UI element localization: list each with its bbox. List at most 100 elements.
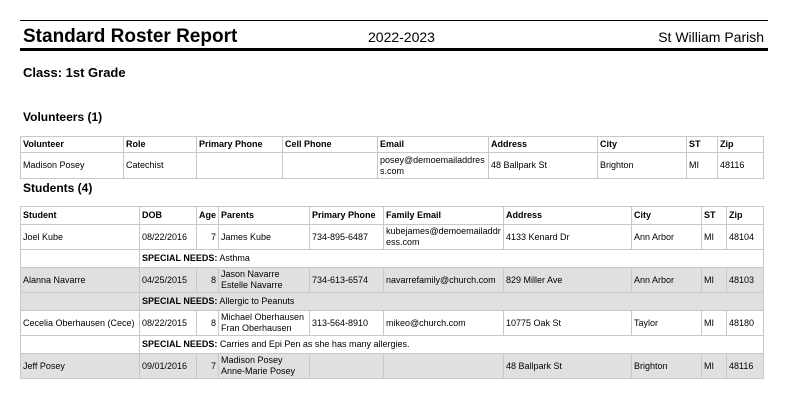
student-row: Cecelia Oberhausen (Cece) 08/22/2015 8 M… <box>20 310 764 336</box>
volunteer-email: posey@demoemailaddress.com <box>377 152 489 179</box>
volunteer-state: MI <box>686 152 718 179</box>
empty-cell <box>20 249 140 268</box>
empty-cell <box>20 335 140 354</box>
student-city: Taylor <box>631 310 702 336</box>
parent-name: James Kube <box>221 231 272 242</box>
student-parents: Jason Navarre Estelle Navarre <box>218 267 310 293</box>
volunteers-header-row: Volunteer Role Primary Phone Cell Phone … <box>20 136 764 153</box>
column-header: ST <box>686 136 718 153</box>
student-state: MI <box>701 353 727 379</box>
special-needs-text: Allergic to Peanuts <box>219 296 295 306</box>
column-header: Zip <box>726 206 764 225</box>
student-age: 8 <box>196 267 219 293</box>
student-phone: 734-613-6574 <box>309 267 384 293</box>
student-zip: 48180 <box>726 310 764 336</box>
student-age: 8 <box>196 310 219 336</box>
empty-cell <box>20 292 140 311</box>
volunteer-name: Madison Posey <box>20 152 124 179</box>
column-header: Address <box>488 136 598 153</box>
special-needs-cell: SPECIAL NEEDS: Carries and Epi Pen as sh… <box>139 335 764 354</box>
student-phone: 313-564-8910 <box>309 310 384 336</box>
column-header: Primary Phone <box>309 206 384 225</box>
special-needs-label: SPECIAL NEEDS: <box>142 296 218 306</box>
column-header: Address <box>503 206 632 225</box>
student-name: Cecelia Oberhausen (Cece) <box>20 310 140 336</box>
special-needs-row: SPECIAL NEEDS: Carries and Epi Pen as sh… <box>20 335 764 354</box>
volunteers-table: Volunteer Role Primary Phone Cell Phone … <box>20 136 764 179</box>
class-label: Class: 1st Grade <box>23 65 126 80</box>
student-dob: 09/01/2016 <box>139 353 197 379</box>
column-header: Student <box>20 206 140 225</box>
student-name: Jeff Posey <box>20 353 140 379</box>
volunteer-role: Catechist <box>123 152 197 179</box>
student-state: MI <box>701 267 727 293</box>
student-name: Joel Kube <box>20 224 140 250</box>
special-needs-cell: SPECIAL NEEDS: Asthma <box>139 249 764 268</box>
student-phone <box>309 353 384 379</box>
column-header: Family Email <box>383 206 504 225</box>
students-header-row: Student DOB Age Parents Primary Phone Fa… <box>20 206 764 225</box>
report-header: Standard Roster Report 2022-2023 St Will… <box>20 20 768 51</box>
column-header: Email <box>377 136 489 153</box>
student-zip: 48104 <box>726 224 764 250</box>
special-needs-label: SPECIAL NEEDS: <box>142 339 218 349</box>
student-email: kubejames@demoemailaddress.com <box>383 224 504 250</box>
column-header: ST <box>701 206 727 225</box>
student-email <box>383 353 504 379</box>
student-email: navarrefamily@church.com <box>383 267 504 293</box>
volunteer-row: Madison Posey Catechist posey@demoemaila… <box>20 152 764 179</box>
student-address: 829 Miller Ave <box>503 267 632 293</box>
column-header: Volunteer <box>20 136 124 153</box>
special-needs-text: Asthma <box>219 253 250 263</box>
student-address: 10775 Oak St <box>503 310 632 336</box>
column-header: DOB <box>139 206 197 225</box>
student-age: 7 <box>196 353 219 379</box>
special-needs-cell: SPECIAL NEEDS: Allergic to Peanuts <box>139 292 764 311</box>
student-row: Jeff Posey 09/01/2016 7 Madison Posey An… <box>20 353 764 379</box>
student-zip: 48116 <box>726 353 764 379</box>
volunteer-city: Brighton <box>597 152 687 179</box>
student-parents: Michael Oberhausen Fran Oberhausen <box>218 310 310 336</box>
column-header: Cell Phone <box>282 136 378 153</box>
volunteer-zip: 48116 <box>717 152 764 179</box>
parent-name: Fran Oberhausen <box>221 323 292 333</box>
column-header: Primary Phone <box>196 136 283 153</box>
volunteer-primary-phone <box>196 152 283 179</box>
student-city: Ann Arbor <box>631 224 702 250</box>
student-row: Joel Kube 08/22/2016 7 James Kube 734-89… <box>20 224 764 250</box>
volunteer-cell-phone <box>282 152 378 179</box>
student-dob: 08/22/2016 <box>139 224 197 250</box>
report-parish: St William Parish <box>658 29 764 45</box>
student-row: Alanna Navarre 04/25/2015 8 Jason Navarr… <box>20 267 764 293</box>
volunteers-heading: Volunteers (1) <box>23 110 103 124</box>
student-city: Ann Arbor <box>631 267 702 293</box>
column-header: City <box>631 206 702 225</box>
report-year: 2022-2023 <box>368 29 435 45</box>
volunteer-address: 48 Ballpark St <box>488 152 598 179</box>
column-header: Zip <box>717 136 764 153</box>
column-header: Age <box>196 206 219 225</box>
student-state: MI <box>701 224 727 250</box>
student-address: 48 Ballpark St <box>503 353 632 379</box>
special-needs-row: SPECIAL NEEDS: Asthma <box>20 249 764 268</box>
special-needs-text: Carries and Epi Pen as she has many alle… <box>219 339 410 349</box>
report-title: Standard Roster Report <box>23 26 238 47</box>
special-needs-row: SPECIAL NEEDS: Allergic to Peanuts <box>20 292 764 311</box>
student-city: Brighton <box>631 353 702 379</box>
special-needs-label: SPECIAL NEEDS: <box>142 253 218 263</box>
student-email: mikeo@church.com <box>383 310 504 336</box>
student-parents: Madison Posey Anne-Marie Posey <box>218 353 310 379</box>
student-parents: James Kube <box>218 224 310 250</box>
parent-name: Anne-Marie Posey <box>221 366 296 376</box>
parent-name: Madison Posey <box>221 355 283 365</box>
student-phone: 734-895-6487 <box>309 224 384 250</box>
student-age: 7 <box>196 224 219 250</box>
column-header: Parents <box>218 206 310 225</box>
student-dob: 08/22/2015 <box>139 310 197 336</box>
column-header: Role <box>123 136 197 153</box>
student-name: Alanna Navarre <box>20 267 140 293</box>
student-zip: 48103 <box>726 267 764 293</box>
parent-name: Michael Oberhausen <box>221 312 305 322</box>
students-heading: Students (4) <box>23 181 93 195</box>
students-table: Student DOB Age Parents Primary Phone Fa… <box>20 206 764 379</box>
